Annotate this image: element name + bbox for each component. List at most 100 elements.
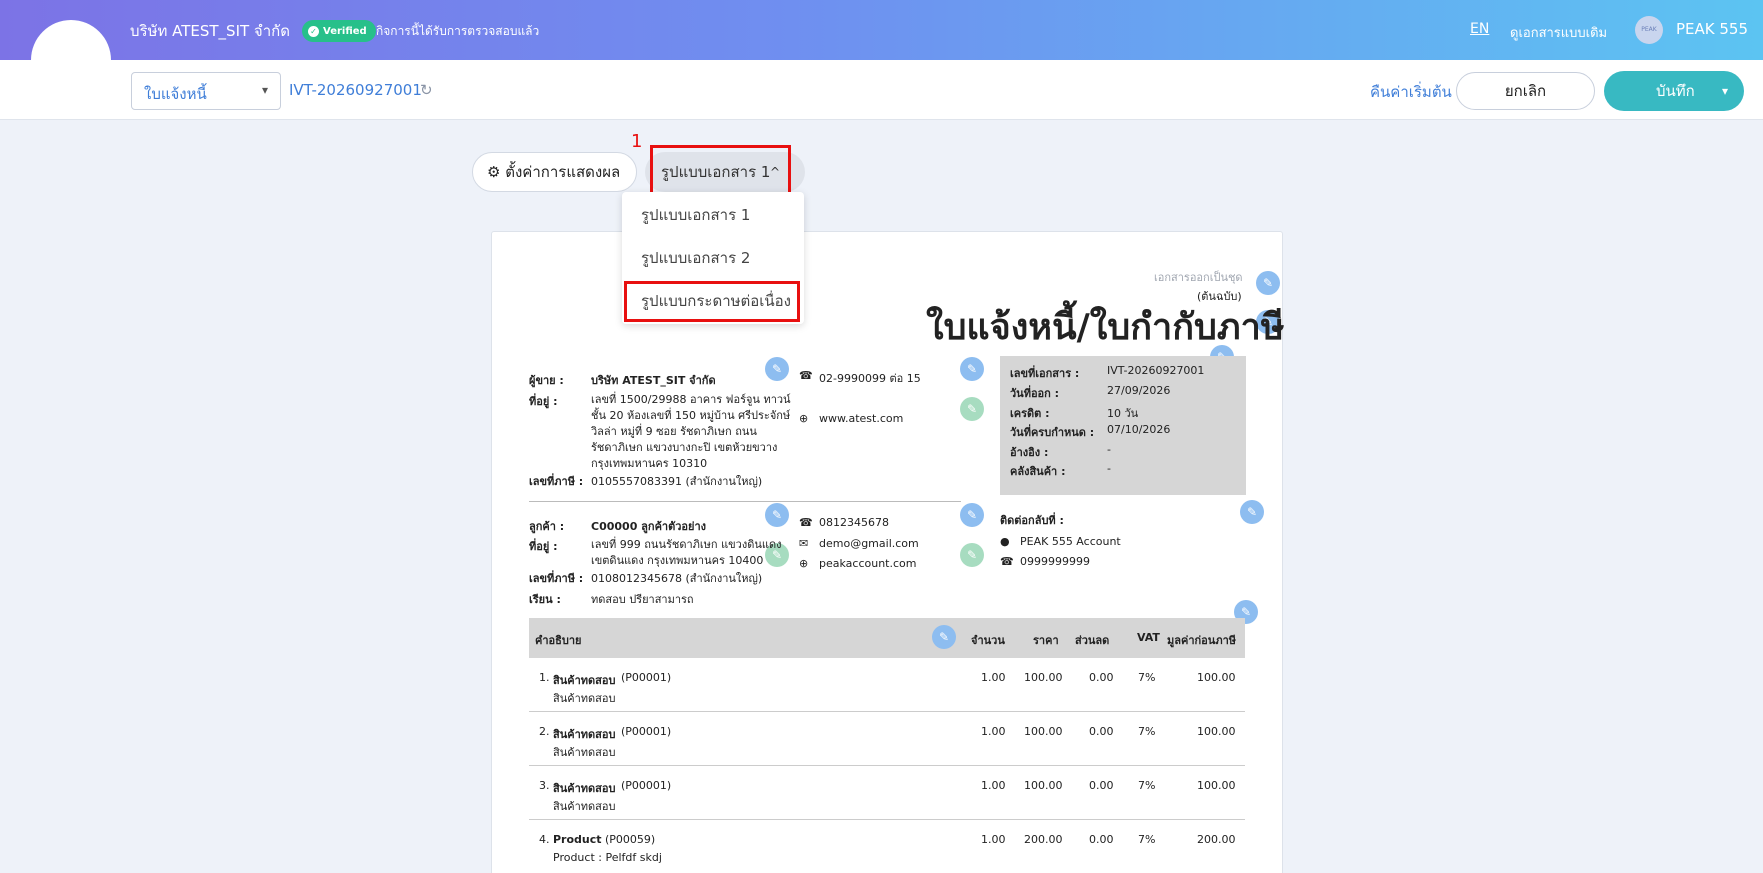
- save-button[interactable]: บันทึก ▾: [1604, 71, 1744, 111]
- seller-tax: 0105557083391 (สำนักงานใหญ่): [591, 475, 763, 488]
- company-avatar[interactable]: [31, 20, 111, 100]
- item-no: 2.: [539, 725, 550, 738]
- item-qty: 1.00: [981, 833, 1006, 846]
- edit-pencil-icon[interactable]: ✎: [765, 357, 789, 381]
- customer-website: peakaccount.com: [819, 557, 917, 570]
- table-row: 1. สินค้าทดสอบ (P00001) สินค้าทดสอบ 1.00…: [529, 658, 1245, 712]
- mail-icon: ✉: [799, 537, 809, 550]
- document-toolbar: ใบแจ้งหนี้ ▾ IVT-20260927001 ↻ คืนค่าเริ…: [0, 60, 1763, 120]
- refresh-icon[interactable]: ↻: [420, 81, 433, 99]
- seller-label: ผู้ขาย :: [529, 374, 564, 387]
- table-row: 3. สินค้าทดสอบ (P00001) สินค้าทดสอบ 1.00…: [529, 766, 1245, 820]
- table-row: 4. Product (P00059) Product : Pelfdf skd…: [529, 820, 1245, 873]
- item-sub: สินค้าทดสอบ: [553, 800, 616, 813]
- reference-value: -: [1107, 443, 1111, 456]
- annotation-highlight-2: [624, 281, 800, 322]
- item-vat: 7%: [1138, 779, 1156, 792]
- gear-icon: ⚙: [487, 163, 501, 181]
- edit-pencil-icon[interactable]: ✎: [932, 625, 956, 649]
- format-option-1[interactable]: รูปแบบเอกสาร 1: [641, 203, 750, 227]
- reference-label: อ้างอิง :: [1010, 446, 1049, 459]
- display-settings-button[interactable]: ⚙ ตั้งค่าการแสดงผล: [472, 152, 637, 192]
- item-discount: 0.00: [1089, 779, 1114, 792]
- warehouse-label: คลังสินค้า :: [1010, 465, 1066, 478]
- customer-address: เลขที่ 999 ถนนรัชดาภิเษก แขวงดินแดง เขตด…: [591, 537, 782, 569]
- old-view-link[interactable]: ดูเอกสารแบบเดิม: [1510, 22, 1607, 43]
- item-qty: 1.00: [981, 779, 1006, 792]
- item-code: (P00001): [621, 671, 672, 684]
- address-line: เขตดินแดง กรุงเทพมหานคร 10400: [591, 554, 764, 567]
- chevron-down-icon[interactable]: ▾: [1722, 71, 1728, 111]
- table-row: 2. สินค้าทดสอบ (P00001) สินค้าทดสอบ 1.00…: [529, 712, 1245, 766]
- item-sub: สินค้าทดสอบ: [553, 692, 616, 705]
- col-pretax: มูลค่าก่อนภาษี: [1167, 634, 1236, 647]
- address-line: วิลล่า หมู่ที่ 9 ซอย รัชดาภิเษก ถนน: [591, 425, 757, 438]
- seller-address-label: ที่อยู่ :: [529, 395, 558, 408]
- issue-date-label: วันที่ออก :: [1010, 387, 1060, 400]
- issue-date-value: 27/09/2026: [1107, 384, 1171, 397]
- col-quantity: จำนวน: [971, 634, 1005, 647]
- item-no: 4.: [539, 833, 550, 846]
- check-icon: ✓: [308, 25, 319, 37]
- attention-value: ทดสอบ ปรียาสามารถ: [591, 593, 694, 606]
- item-price: 100.00: [1024, 725, 1063, 738]
- item-name: สินค้าทดสอบ: [553, 782, 616, 795]
- person-icon: ●: [1000, 535, 1010, 548]
- item-no: 1.: [539, 671, 550, 684]
- seller-website: www.atest.com: [819, 412, 904, 425]
- item-code: (P00001): [621, 725, 672, 738]
- peak-logo: PEAK: [1635, 16, 1663, 44]
- document-meta-box: เลขที่เอกสาร : IVT-20260927001 วันที่ออก…: [1000, 356, 1246, 495]
- item-qty: 1.00: [981, 725, 1006, 738]
- item-qty: 1.00: [981, 671, 1006, 684]
- address-line: เลขที่ 999 ถนนรัชดาภิเษก แขวงดินแดง: [591, 538, 782, 551]
- item-code: (P00059): [605, 833, 656, 846]
- attention-label: เรียน :: [529, 593, 561, 606]
- phone-icon: ☎: [1000, 555, 1014, 568]
- cancel-button[interactable]: ยกเลิก: [1456, 72, 1595, 110]
- due-date-value: 07/10/2026: [1107, 423, 1171, 436]
- account-name[interactable]: PEAK 555: [1676, 20, 1748, 38]
- document-preview: เอกสารออกเป็นชุด ✎ (ต้นฉบับ) ✎ ใบแจ้งหนี…: [491, 231, 1285, 873]
- item-name: สินค้าทดสอบ: [553, 674, 616, 687]
- customer-email: demo@gmail.com: [819, 537, 919, 550]
- edit-pencil-icon[interactable]: ✎: [1240, 500, 1264, 524]
- edit-pencil-icon[interactable]: ✎: [960, 357, 984, 381]
- edit-pencil-icon[interactable]: ✎: [960, 397, 984, 421]
- display-settings-label: ตั้งค่าการแสดงผล: [505, 163, 621, 181]
- language-link[interactable]: EN: [1470, 21, 1489, 37]
- top-header: บริษัท ATEST_SIT จำกัด ✓ Verified กิจการ…: [0, 0, 1763, 60]
- address-line: รัชดาภิเษก แขวงบางกะปิ เขตห้วยขวาง: [591, 441, 778, 454]
- format-option-2[interactable]: รูปแบบเอกสาร 2: [641, 246, 750, 270]
- copy-note: เอกสารออกเป็นชุด: [1154, 271, 1243, 284]
- customer-tax-label: เลขที่ภาษี :: [529, 572, 584, 585]
- item-name: สินค้าทดสอบ: [553, 728, 616, 741]
- items-table-header: คำอธิบาย ✎ จำนวน ราคา ส่วนลด VAT มูลค่าก…: [529, 618, 1245, 658]
- edit-pencil-icon[interactable]: ✎: [1256, 271, 1280, 295]
- annotation-marker-1: 1: [631, 131, 643, 152]
- verified-text: กิจการนี้ได้รับการตรวจสอบแล้ว: [376, 24, 540, 38]
- customer-tax: 0108012345678 (สำนักงานใหญ่): [591, 572, 763, 585]
- customer-phone: 0812345678: [819, 516, 889, 529]
- doc-no-value: IVT-20260927001: [1107, 364, 1205, 377]
- globe-icon: ⊕: [799, 412, 809, 425]
- reset-link[interactable]: คืนค่าเริ่มต้น: [1370, 80, 1452, 104]
- section-divider: [529, 501, 961, 502]
- item-amount: 100.00: [1197, 671, 1236, 684]
- col-discount: ส่วนลด: [1075, 634, 1110, 647]
- address-line: ชั้น 20 ห้องเลขที่ 150 หมู่บ้าน ศรีประจั…: [591, 409, 791, 422]
- address-line: เลขที่ 1500/29988 อาคาร ฟอร์จูน ทาวน์: [591, 393, 791, 406]
- item-sub: Product : Pelfdf skdj: [553, 851, 662, 864]
- seller-phone: 02-9990099 ต่อ 15: [819, 372, 921, 385]
- edit-pencil-icon[interactable]: ✎: [960, 503, 984, 527]
- doc-type-select[interactable]: ใบแจ้งหนี้ ▾: [131, 72, 281, 110]
- edit-pencil-icon[interactable]: ✎: [960, 543, 984, 567]
- document-title: ใบแจ้งหนี้/ใบกำกับภาษี: [926, 307, 1285, 348]
- doc-type-value: ใบแจ้งหนี้: [144, 85, 207, 103]
- customer-label: ลูกค้า :: [529, 520, 565, 533]
- save-button-label: บันทึก: [1656, 82, 1695, 100]
- credit-value: 10 วัน: [1107, 407, 1139, 420]
- contact-name: PEAK 555 Account: [1020, 535, 1121, 548]
- item-discount: 0.00: [1089, 725, 1114, 738]
- edit-pencil-icon[interactable]: ✎: [765, 503, 789, 527]
